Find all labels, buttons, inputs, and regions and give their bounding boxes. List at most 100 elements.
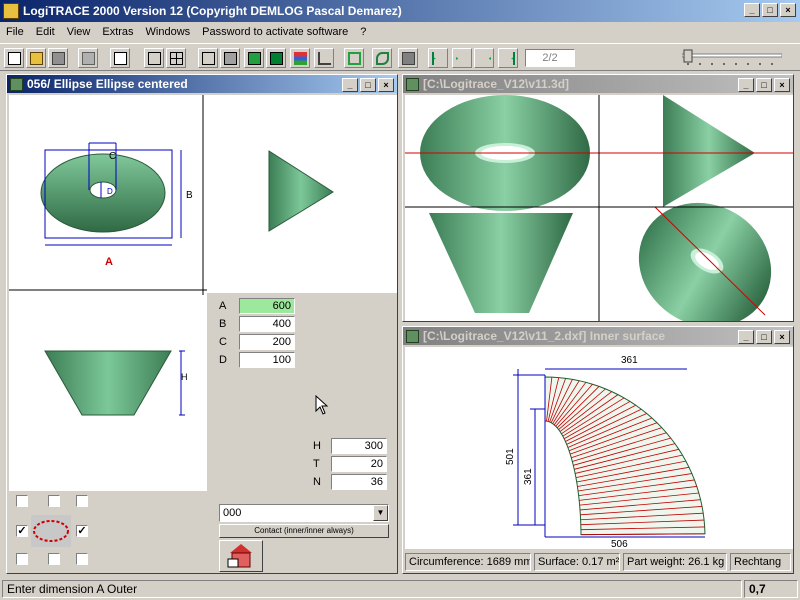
dxf-minimize-button[interactable]: _ — [738, 330, 754, 344]
shape-drawing-area[interactable]: C B A D H — [9, 95, 397, 571]
prev-arrow-icon — [456, 52, 469, 65]
first-page-button[interactable] — [428, 48, 448, 68]
check-bottom-right[interactable] — [76, 553, 88, 565]
last-page-button[interactable] — [498, 48, 518, 68]
view-quad-button[interactable] — [166, 48, 186, 68]
status-bar: Enter dimension A Outer 0,7 — [0, 578, 800, 600]
menu-extras[interactable]: Extras — [96, 26, 139, 38]
check-top-left[interactable] — [16, 495, 28, 507]
dim-b-label: B — [219, 318, 227, 330]
check-bottom-center[interactable] — [48, 553, 60, 565]
zoom-slider[interactable] — [681, 49, 783, 65]
curve-button[interactable] — [372, 48, 392, 68]
copy-icon — [114, 52, 127, 65]
view-single-button[interactable] — [144, 48, 164, 68]
info-circumference: Circumference: 1689 mm — [405, 553, 531, 571]
dim-bottom-label: 506 — [611, 539, 628, 549]
window-icon — [406, 77, 419, 91]
left-minimize-button[interactable]: _ — [342, 78, 358, 92]
info-surface: Surface: 0.17 m² — [534, 553, 620, 571]
next-page-button[interactable] — [474, 48, 494, 68]
frame-button[interactable] — [344, 48, 364, 68]
param-h-label: H — [313, 440, 321, 452]
contact-combo-value: 000 — [223, 507, 242, 519]
contact-button[interactable]: Contact (inner/inner always) — [219, 524, 389, 538]
close-button[interactable]: × — [780, 3, 796, 17]
check-mid-right[interactable]: ✓ — [76, 525, 88, 537]
menu-view[interactable]: View — [61, 26, 97, 38]
3d-minimize-button[interactable]: _ — [738, 78, 754, 92]
check-mid-left[interactable]: ✓ — [16, 525, 28, 537]
contact-combo[interactable]: 000 ▼ — [219, 504, 389, 522]
tree-button[interactable] — [314, 48, 334, 68]
left-maximize-button[interactable]: □ — [360, 78, 376, 92]
menu-help[interactable]: ? — [354, 26, 372, 38]
cube-gray-icon — [224, 52, 237, 65]
copy-button[interactable] — [110, 48, 130, 68]
3d-viewport[interactable] — [405, 95, 793, 321]
menu-edit[interactable]: Edit — [30, 26, 61, 38]
dim-c-input[interactable]: 200 — [239, 334, 295, 350]
left-close-button[interactable]: × — [378, 78, 394, 92]
dim-d-label: D — [219, 354, 227, 366]
solid-cube-button[interactable] — [266, 48, 286, 68]
green-cube-button[interactable] — [244, 48, 264, 68]
3d-view-title: [C:\Logitrace_V12\v11.3d] — [423, 77, 570, 91]
info-shape-type: Rechtang — [730, 553, 791, 571]
apply-button[interactable] — [219, 540, 263, 572]
shape-editor-caption: 056/ Ellipse Ellipse centered _ □ × — [7, 75, 397, 93]
single-view-icon — [148, 52, 161, 65]
param-t-label: T — [313, 458, 320, 470]
dim-label-c: C — [109, 151, 116, 162]
dim-b-input[interactable]: 400 — [239, 316, 295, 332]
dxf-view-caption: [C:\Logitrace_V12\v11_2.dxf] Inner surfa… — [403, 327, 793, 345]
dxf-maximize-button[interactable]: □ — [756, 330, 772, 344]
color-layers-button[interactable] — [290, 48, 310, 68]
param-n-input[interactable]: 36 — [331, 474, 387, 490]
3d-maximize-button[interactable]: □ — [756, 78, 772, 92]
ellipse-preview-icon — [31, 515, 71, 547]
quad-view-icon — [170, 52, 183, 65]
cube-outline-icon — [202, 52, 215, 65]
dxf-view-title: [C:\Logitrace_V12\v11_2.dxf] Inner surfa… — [423, 329, 666, 343]
minimize-button[interactable]: _ — [744, 3, 760, 17]
disk-icon — [52, 52, 65, 65]
last-arrow-icon — [502, 52, 515, 65]
cube-solid-icon — [270, 52, 283, 65]
dim-a-input[interactable]: 600 — [239, 298, 295, 314]
prev-page-button[interactable] — [452, 48, 472, 68]
page-counter: 2/2 — [525, 49, 575, 67]
shape-editor-window: 056/ Ellipse Ellipse centered _ □ × C B … — [6, 74, 398, 574]
open-file-button[interactable] — [26, 48, 46, 68]
flat-pattern-viewport[interactable]: 361 501 361 506 — [405, 347, 793, 549]
print-button[interactable] — [78, 48, 98, 68]
dim-d-input[interactable]: 100 — [239, 352, 295, 368]
info-icon — [402, 52, 415, 65]
check-top-right[interactable] — [76, 495, 88, 507]
mouse-cursor-icon — [315, 395, 329, 415]
dim-c-label: C — [219, 336, 227, 348]
dim-top-label: 361 — [621, 355, 638, 366]
param-h-input[interactable]: 300 — [331, 438, 387, 454]
wireframe-cube-button[interactable] — [198, 48, 218, 68]
dxf-view-window: [C:\Logitrace_V12\v11_2.dxf] Inner surfa… — [402, 326, 794, 574]
shaded-cube-button[interactable] — [220, 48, 240, 68]
3d-close-button[interactable]: × — [774, 78, 790, 92]
check-bottom-left[interactable] — [16, 553, 28, 565]
dxf-close-button[interactable]: × — [774, 330, 790, 344]
combo-dropdown-icon[interactable]: ▼ — [373, 505, 388, 521]
window-icon — [406, 329, 419, 343]
frame-icon — [348, 52, 361, 65]
dim-label-h: H — [181, 372, 188, 382]
save-button[interactable] — [48, 48, 68, 68]
app-logo-icon — [3, 3, 19, 19]
info-button[interactable] — [398, 48, 418, 68]
menu-windows[interactable]: Windows — [140, 26, 197, 38]
maximize-button[interactable]: □ — [762, 3, 778, 17]
menu-file[interactable]: File — [0, 26, 30, 38]
param-t-input[interactable]: 20 — [331, 456, 387, 472]
new-file-button[interactable] — [4, 48, 24, 68]
menu-password[interactable]: Password to activate software — [196, 26, 354, 38]
dim-left-inner-label: 361 — [523, 468, 534, 485]
check-top-center[interactable] — [48, 495, 60, 507]
